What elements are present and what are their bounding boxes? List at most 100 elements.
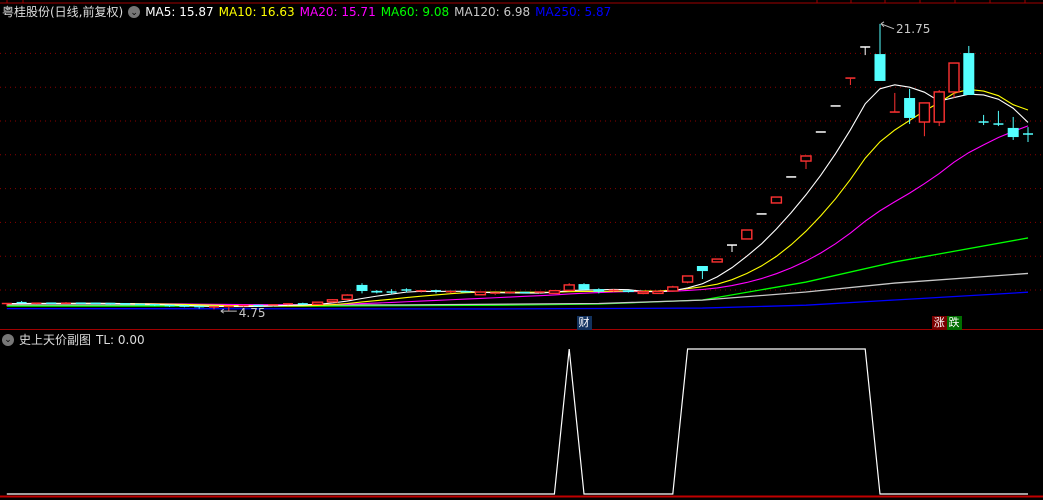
candle (341, 294, 353, 301)
candle (431, 289, 441, 294)
candle-body (918, 102, 931, 123)
candle-body (904, 98, 916, 118)
candle (61, 302, 71, 305)
candle (563, 283, 575, 292)
candle (800, 155, 812, 169)
candle-body (548, 289, 561, 295)
candle (75, 302, 86, 304)
price-chart[interactable]: 21.75 4.75 (0, 0, 1043, 500)
legend-ma250: MA250: 5.87 (535, 5, 612, 19)
candle-body (667, 286, 679, 292)
candle (31, 302, 42, 305)
candle (297, 302, 308, 305)
ma10-line (6, 88, 1029, 307)
candle (770, 196, 783, 204)
candle (371, 290, 383, 294)
subchart-legend: ⌄ 史上天价副图 TL: 0.00 (2, 331, 145, 348)
high-arrow (880, 21, 895, 30)
fall-marker[interactable]: 跌 (946, 316, 962, 330)
candle (16, 300, 27, 304)
candle (711, 258, 723, 263)
candle-body (622, 290, 634, 293)
candle (490, 292, 501, 296)
candle (918, 102, 931, 137)
candle (1023, 127, 1033, 142)
candle-body (563, 284, 575, 292)
candle (356, 283, 368, 294)
chevron-down-icon[interactable]: ⌄ (2, 333, 14, 346)
candle-body (800, 155, 812, 162)
legend-ma5: MA5: 15.87 (145, 5, 214, 19)
stock-title: 粤桂股份(日线,前复权) (2, 5, 124, 19)
high-price-label: 21.75 (896, 22, 930, 36)
candle-body (874, 54, 886, 81)
candle (637, 290, 649, 295)
candle-body (948, 62, 960, 93)
legend-ma10: MA10: 16.63 (218, 5, 295, 19)
candle (1007, 116, 1019, 140)
ma120-line (6, 272, 1029, 306)
candle (90, 302, 101, 305)
chevron-down-icon[interactable]: ⌄ (128, 6, 141, 18)
candle (874, 23, 886, 81)
candle (963, 45, 975, 95)
candle-body (311, 301, 324, 306)
ma5-line (6, 84, 1029, 308)
candle (135, 303, 145, 306)
candle (696, 266, 708, 280)
candle-body (1007, 127, 1019, 138)
main-legend: 粤桂股份(日线,前复权) ⌄ MA5: 15.87 MA10: 16.63 MA… (2, 5, 611, 19)
candle (904, 88, 916, 125)
candle (105, 302, 116, 305)
candle (548, 289, 561, 295)
subchart-title: 史上天价副图 (19, 333, 92, 347)
legend-ma20: MA20: 15.71 (299, 5, 376, 19)
ma20-line (6, 125, 1029, 306)
candle-body (341, 294, 353, 300)
candle-body (474, 291, 487, 296)
candle (860, 46, 871, 56)
candle-body (593, 289, 605, 292)
candle (578, 283, 590, 290)
candle-body (578, 284, 590, 290)
legend-ma60: MA60: 9.08 (380, 5, 450, 19)
candle-body (770, 196, 783, 204)
candle-body (681, 275, 694, 283)
gridlines (0, 52, 1043, 291)
candle (460, 290, 471, 293)
candle (179, 305, 190, 308)
panel-borders (0, 0, 1043, 498)
ma60-line (6, 237, 1029, 307)
candle (933, 90, 945, 127)
rise-marker[interactable]: 涨 (931, 316, 947, 330)
candle (681, 275, 694, 284)
candle-body (371, 290, 383, 293)
candle (667, 285, 679, 292)
low-price-label: 4.75 (239, 306, 266, 320)
candle-body (741, 229, 753, 240)
candle (652, 290, 664, 295)
candle-body (652, 290, 664, 295)
candle (46, 302, 57, 304)
candles (1, 23, 1033, 312)
candle (445, 290, 456, 294)
ma-lines (6, 84, 1029, 308)
candle (889, 92, 900, 113)
finance-marker[interactable]: 财 (576, 316, 592, 330)
candle-body (933, 91, 945, 123)
candle (416, 290, 427, 293)
candle-body (696, 266, 708, 272)
candle-body (356, 284, 368, 292)
subchart-value: TL: 0.00 (96, 332, 145, 347)
candle-body (637, 290, 649, 295)
candle-body (326, 299, 339, 303)
candle (474, 291, 487, 296)
long-ma-lines (6, 237, 1029, 310)
candle (978, 114, 989, 126)
legend-ma120: MA120: 6.98 (454, 5, 531, 19)
candle-body (711, 258, 723, 263)
candle (326, 299, 339, 303)
tl-line (6, 348, 1028, 495)
candle (519, 291, 530, 294)
candle (993, 110, 1004, 127)
